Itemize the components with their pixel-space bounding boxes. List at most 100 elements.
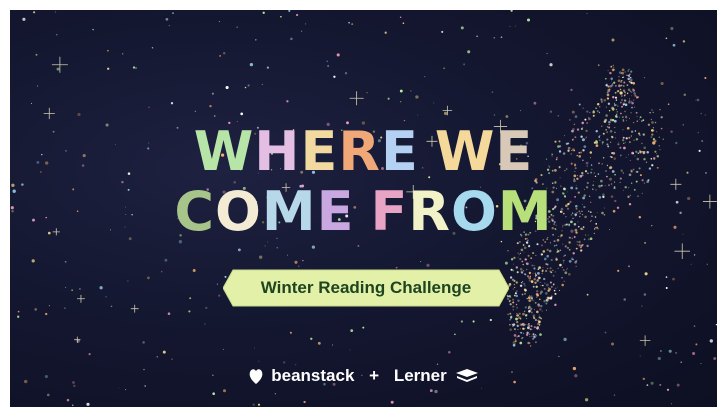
glitter-dot <box>539 281 541 283</box>
glitter-dot <box>516 313 518 315</box>
glitter-dot <box>568 241 571 244</box>
sparkle <box>43 107 55 120</box>
glitter-dot <box>616 104 618 106</box>
glitter-dot <box>615 109 617 111</box>
glitter-dot <box>513 294 516 297</box>
glitter-dot <box>555 244 558 246</box>
star <box>33 11 36 14</box>
glitter-dot <box>613 181 616 183</box>
glitter-dot <box>613 119 617 123</box>
glitter-dot <box>574 115 578 118</box>
glitter-dot <box>596 103 600 106</box>
glitter-dot <box>532 316 535 318</box>
glitter-dot <box>519 341 523 345</box>
glitter-dot <box>620 94 623 98</box>
star <box>500 36 503 38</box>
glitter-dot <box>564 245 567 248</box>
glitter-dot <box>533 267 536 270</box>
star <box>244 86 247 89</box>
glitter-dot <box>534 341 537 344</box>
glitter-dot <box>621 68 625 72</box>
star <box>693 325 696 327</box>
glitter-dot <box>517 256 519 258</box>
title-line-2: COME FROM <box>10 184 717 240</box>
glitter-dot <box>614 96 618 99</box>
star <box>326 60 328 62</box>
star <box>301 30 303 32</box>
glitter-dot <box>598 106 601 108</box>
glitter-dot <box>609 71 612 75</box>
star <box>641 305 643 307</box>
glitter-dot <box>544 292 548 295</box>
glitter-dot <box>538 316 541 319</box>
glitter-dot <box>607 98 610 100</box>
star <box>617 269 620 272</box>
glitter-dot <box>526 314 528 316</box>
glitter-dot <box>632 81 636 85</box>
star <box>644 241 647 244</box>
glitter-dot <box>542 250 546 253</box>
glitter-dot <box>513 334 517 337</box>
star <box>172 12 174 15</box>
glitter-dot <box>566 267 568 269</box>
glitter-dot <box>536 326 539 329</box>
glitter-dot <box>515 281 518 284</box>
glitter-dot <box>515 317 518 321</box>
glitter-dot <box>623 94 626 97</box>
glitter-dot <box>532 252 535 255</box>
glitter-dot <box>558 290 560 291</box>
glitter-dot <box>607 102 611 105</box>
glitter-dot <box>512 288 514 290</box>
glitter-dot <box>519 268 523 271</box>
glitter-dot <box>622 76 625 78</box>
star <box>148 106 150 109</box>
glitter-dot <box>524 258 527 261</box>
star <box>264 245 266 247</box>
star <box>659 350 662 352</box>
glitter-dot <box>574 261 577 264</box>
star <box>597 64 600 66</box>
glitter-dot <box>619 88 622 91</box>
glitter-dot <box>536 294 539 297</box>
glitter-dot <box>522 263 524 266</box>
glitter-dot <box>616 111 619 113</box>
star <box>219 55 221 57</box>
glitter-dot <box>523 288 527 291</box>
star <box>222 348 224 350</box>
star <box>333 75 336 78</box>
glitter-dot <box>536 243 539 246</box>
glitter-dot <box>578 244 581 247</box>
star <box>366 91 368 94</box>
glitter-dot <box>624 91 626 93</box>
title-letter: E <box>495 120 534 183</box>
glitter-dot <box>530 280 534 283</box>
glitter-dot <box>624 71 626 73</box>
star <box>192 269 196 272</box>
glitter-dot <box>598 111 601 114</box>
glitter-dot <box>533 300 535 302</box>
glitter-dot <box>624 110 626 113</box>
glitter-dot <box>520 248 524 252</box>
glitter-dot <box>534 309 536 311</box>
star <box>443 67 445 69</box>
glitter-dot <box>535 276 537 278</box>
glitter-dot <box>521 293 524 296</box>
glitter-dot <box>513 328 516 331</box>
glitter-dot <box>513 280 515 282</box>
star <box>426 263 430 267</box>
sparkle <box>639 335 651 346</box>
glitter-dot <box>520 331 523 334</box>
glitter-dot <box>575 247 578 250</box>
glitter-dot <box>627 77 630 81</box>
glitter-dot <box>568 248 571 251</box>
glitter-dot <box>528 333 531 335</box>
star <box>571 110 575 114</box>
glitter-dot <box>610 77 613 80</box>
glitter-dot <box>522 312 525 316</box>
glitter-dot <box>527 326 530 330</box>
glitter-dot <box>530 295 533 298</box>
star <box>460 320 463 323</box>
glitter-dot <box>539 308 542 311</box>
glitter-dot <box>545 302 548 305</box>
star <box>78 287 81 290</box>
